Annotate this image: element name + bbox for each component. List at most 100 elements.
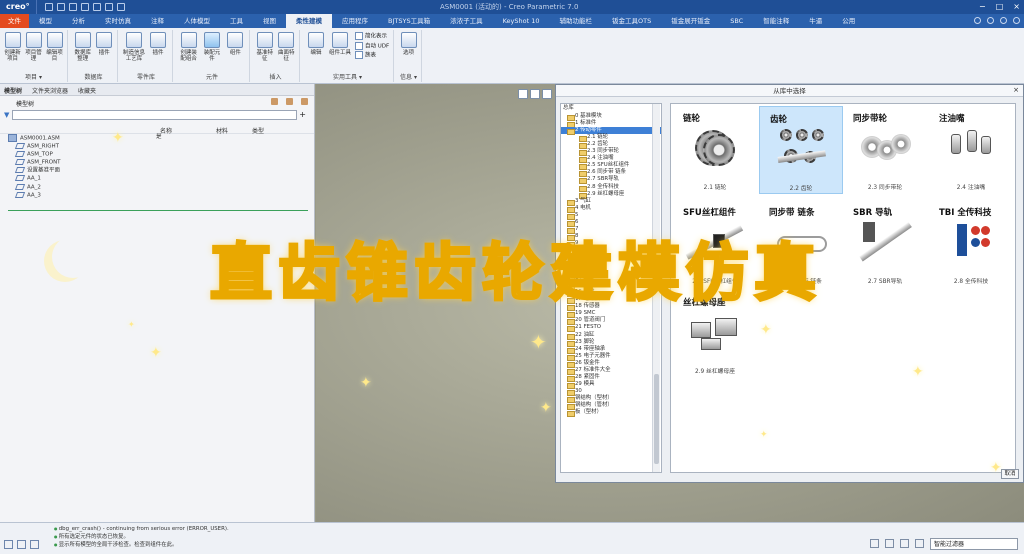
library-tree-node[interactable]: 30 xyxy=(561,388,661,396)
save-icon[interactable] xyxy=(68,3,77,11)
library-tree-node[interactable]: 2.1 链轮 xyxy=(561,134,661,143)
ribbon-small-button[interactable]: 简化表示 xyxy=(355,32,389,42)
library-tree-node[interactable]: 25 电子元器件 xyxy=(561,353,661,361)
tab-item[interactable]: 人体模型 xyxy=(174,14,220,28)
selection-filter-dropdown[interactable]: 智能过滤器 xyxy=(930,538,1018,550)
minimize-button[interactable]: − xyxy=(979,2,986,11)
tab-item[interactable]: 分析 xyxy=(62,14,95,28)
tab-item[interactable]: BJTSYS工具箱 xyxy=(378,14,440,28)
ribbon-button[interactable]: 插件 xyxy=(147,32,169,62)
dialog-close-button[interactable]: × xyxy=(1013,86,1019,94)
ribbon-button[interactable]: 创建新项目 xyxy=(3,32,22,62)
close-icon[interactable] xyxy=(1013,17,1020,24)
library-card-nipple[interactable]: 注油嘴 2.4 注油嘴 xyxy=(929,106,1013,194)
tab-item[interactable]: 牛逼 xyxy=(799,14,832,28)
refit-icon[interactable] xyxy=(518,89,528,99)
filter-icon[interactable]: ▼ xyxy=(4,111,9,119)
tab-item[interactable]: 钣金工具OTS xyxy=(602,14,661,28)
tree-item[interactable]: 设置基准平面 xyxy=(8,167,314,175)
ribbon-button[interactable]: 项目管理 xyxy=(24,32,43,62)
tree-item[interactable]: AA_2 xyxy=(8,184,314,192)
undo-icon[interactable] xyxy=(80,3,89,11)
ribbon-small-button[interactable]: 族表 xyxy=(355,51,389,61)
tree-show-icon[interactable] xyxy=(301,98,308,105)
library-tree-node[interactable]: 23 脚轮 xyxy=(561,339,661,347)
library-tree-node[interactable]: 24 带座轴承 xyxy=(561,346,661,354)
library-card-sprocket[interactable]: 链轮 2.1 链轮 xyxy=(673,106,757,194)
minimize-ribbon-icon[interactable] xyxy=(1000,17,1007,24)
close-window-icon[interactable] xyxy=(116,3,125,11)
library-tree-node[interactable]: 2.9 丝杠螺母座 xyxy=(561,191,661,199)
library-tree-node[interactable]: 钢结构（管材） xyxy=(561,402,661,411)
select-icon[interactable] xyxy=(870,539,879,548)
tab-item[interactable]: 注释 xyxy=(141,14,174,28)
tree-settings-icon[interactable] xyxy=(271,98,278,105)
creo-logo[interactable]: creo° xyxy=(0,0,37,14)
add-filter-icon[interactable]: + xyxy=(299,110,306,119)
library-root[interactable]: 总库 xyxy=(561,104,661,113)
library-tree-node[interactable]: 5 xyxy=(561,212,661,220)
library-tree-node[interactable]: 29 模具 xyxy=(561,381,661,389)
tab-item[interactable]: KeyShot 10 xyxy=(493,14,550,28)
tree-item[interactable]: ASM_FRONT xyxy=(8,159,314,167)
tab-item[interactable]: 柔性建模 xyxy=(286,14,332,28)
library-tree-node[interactable]: 26 钣金件 xyxy=(561,360,661,368)
library-tree-node[interactable]: 3 气缸 xyxy=(561,198,661,206)
help-icon[interactable] xyxy=(974,17,981,24)
zoom-in-icon[interactable] xyxy=(530,89,540,99)
library-tree-node[interactable]: 4 电机 xyxy=(561,205,661,213)
ribbon-button[interactable]: 创建装配组合 xyxy=(178,32,199,62)
tab-item[interactable]: SBC xyxy=(720,14,753,28)
library-tree-node[interactable]: 2.7 SBR导轨 xyxy=(561,176,661,185)
ribbon-small-button[interactable]: 自动 UDF xyxy=(355,42,389,52)
tree-search-input[interactable] xyxy=(12,110,297,120)
library-card-logo[interactable]: TBI 全传科技 2.8 全传科技 xyxy=(929,200,1013,288)
tab-item[interactable]: 视图 xyxy=(253,14,286,28)
library-tree-node[interactable]: 21 FESTO xyxy=(561,324,661,333)
tab-file[interactable]: 文件 xyxy=(0,14,29,28)
ribbon-button[interactable]: 制造信息工艺库 xyxy=(123,32,145,62)
zoom-out-icon[interactable] xyxy=(542,89,552,99)
library-tree-node[interactable]: 2 传动零件 xyxy=(561,127,661,136)
status-link-icon[interactable] xyxy=(17,540,26,549)
tab-model-tree[interactable]: 模型树 xyxy=(4,86,22,95)
library-tree-node[interactable]: 20 管道阀门 xyxy=(561,317,661,326)
close-button[interactable]: × xyxy=(1013,2,1020,11)
status-layer-icon[interactable] xyxy=(4,540,13,549)
tree-item[interactable]: AA_1 xyxy=(8,175,314,183)
ribbon-button[interactable]: 组件工具 xyxy=(329,32,351,61)
library-tree-node[interactable]: 28 紧固件 xyxy=(561,374,661,382)
ribbon-button[interactable]: 组件 xyxy=(225,32,246,62)
ribbon-button[interactable]: 编辑项目 xyxy=(45,32,64,62)
ribbon-button[interactable]: 插件 xyxy=(95,32,115,62)
window-icon[interactable] xyxy=(900,539,909,548)
ribbon-button[interactable]: 曲面特征 xyxy=(277,32,297,62)
tree-columns-icon[interactable] xyxy=(286,98,293,105)
maximize-button[interactable]: □ xyxy=(996,2,1004,11)
redo-icon[interactable] xyxy=(92,3,101,11)
page-icon[interactable] xyxy=(915,539,924,548)
library-tree-node[interactable]: 27 标准件大全 xyxy=(561,367,661,375)
status-frame-icon[interactable] xyxy=(30,540,39,549)
tab-item[interactable]: 实时仿真 xyxy=(95,14,141,28)
cancel-button[interactable]: 取消 xyxy=(1001,469,1019,479)
tree-item[interactable]: ASM_TOP xyxy=(8,151,314,159)
ribbon-button[interactable]: 数据库整理 xyxy=(73,32,93,62)
open-file-icon[interactable] xyxy=(56,3,65,11)
tab-folder-browser[interactable]: 文件夹浏览器 xyxy=(32,86,68,95)
new-file-icon[interactable] xyxy=(44,3,53,11)
library-tree-node[interactable]: 22 油缸 xyxy=(561,332,661,340)
settings-icon[interactable] xyxy=(987,17,994,24)
tree-item[interactable]: ASM_RIGHT xyxy=(8,143,314,151)
ribbon-button[interactable]: 选项 xyxy=(399,32,418,56)
insert-here-marker[interactable] xyxy=(8,210,308,211)
tree-item[interactable]: AA_3 xyxy=(8,192,314,200)
ribbon-button[interactable]: 编辑 xyxy=(305,32,327,61)
library-card-pulley[interactable]: 同步带轮 2.3 同步带轮 xyxy=(843,106,927,194)
tab-item[interactable]: 公用 xyxy=(832,14,865,28)
tab-favorites[interactable]: 收藏夹 xyxy=(78,86,96,95)
tab-item[interactable]: 钣金展开钣金 xyxy=(661,14,720,28)
library-tree-node[interactable]: 2.8 全传科技 xyxy=(561,184,661,192)
tab-item[interactable]: 浓浓子工具 xyxy=(440,14,493,28)
library-tree-node[interactable]: 板（型材） xyxy=(561,409,661,418)
